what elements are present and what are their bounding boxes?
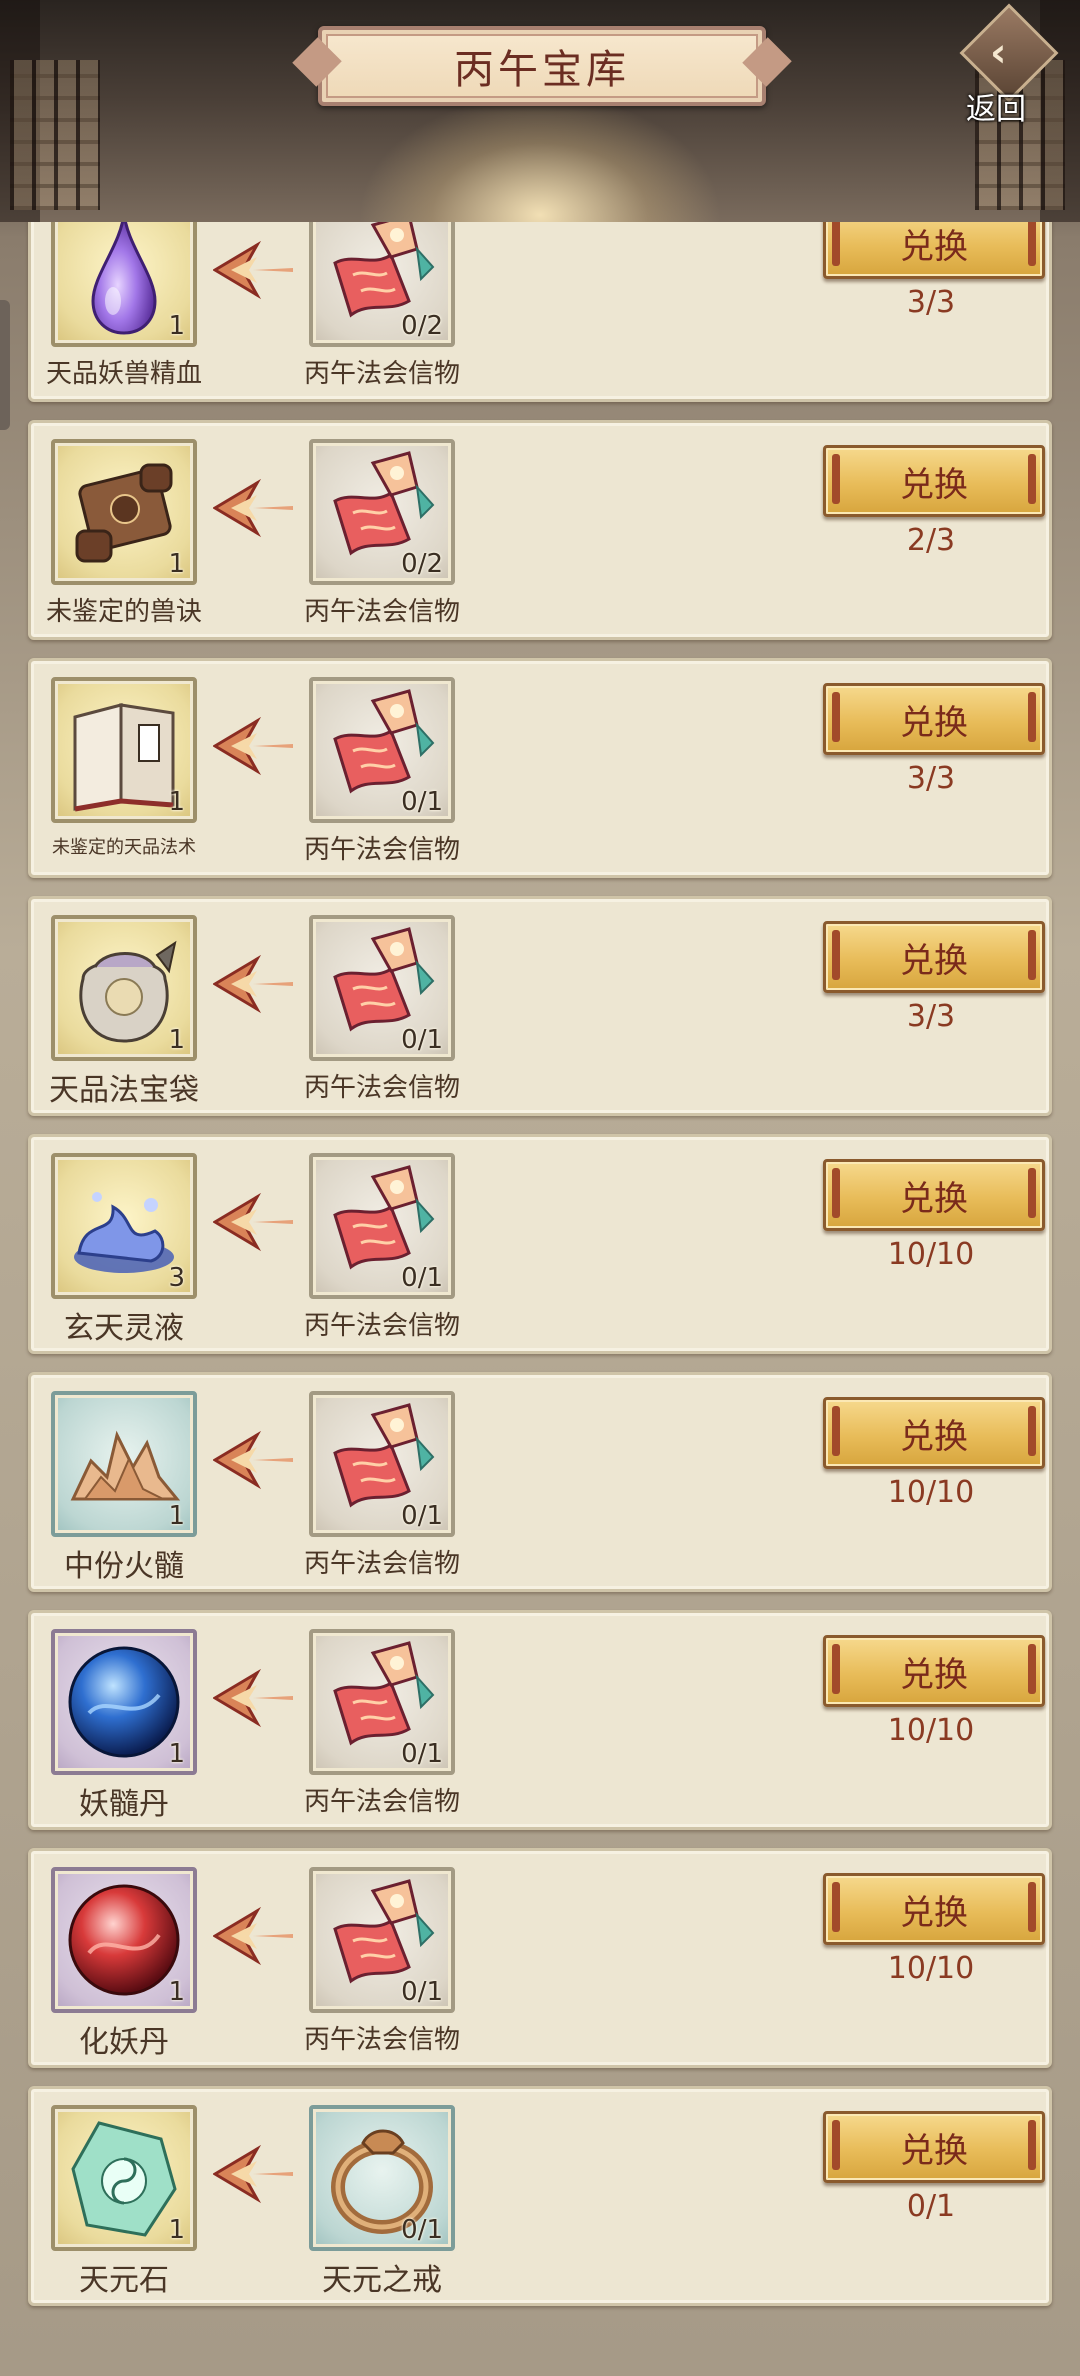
- reward-name: 化妖丹: [79, 2025, 169, 2060]
- reward-name: 中份火髓: [64, 1549, 184, 1584]
- cost-count: 0/1: [401, 1501, 443, 1531]
- cost-item-slot[interactable]: 0/1: [309, 1391, 455, 1537]
- page-title: 丙午宝库: [454, 47, 630, 93]
- back-label: 返回: [966, 92, 1026, 127]
- reward-name: 天元石: [79, 2263, 169, 2298]
- exchange-row: 1 0/1 中份火髓 丙午法会信物 兑换 10/10: [28, 1372, 1052, 1592]
- exchange-row: 1 0/1 未鉴定的天品法术 丙午法会信物 兑换 3/3: [28, 658, 1052, 878]
- cost-count: 0/1: [401, 1739, 443, 1769]
- exchange-arrow-icon: [212, 1189, 293, 1255]
- reward-name: 天品法宝袋: [49, 1073, 199, 1108]
- reward-name: 未鉴定的兽诀: [45, 597, 202, 627]
- cost-name: 丙午法会信物: [303, 1073, 460, 1103]
- cost-item-slot[interactable]: 0/1: [309, 677, 455, 823]
- exchange-button[interactable]: 兑换: [823, 222, 1045, 279]
- exchange-row: 1 0/1 天元石 天元之戒 兑换 0/1: [28, 2086, 1052, 2306]
- exchange-arrow-icon: [212, 475, 293, 541]
- exchange-row: 3 0/1 玄天灵液 丙午法会信物 兑换 10/10: [28, 1134, 1052, 1354]
- cost-count: 0/1: [401, 787, 443, 817]
- cost-name: 丙午法会信物: [303, 359, 460, 389]
- exchange-button[interactable]: 兑换: [823, 1397, 1045, 1469]
- exchange-arrow-icon: [212, 951, 293, 1017]
- exchange-limit: 0/1: [906, 2189, 956, 2224]
- cost-count: 0/2: [401, 549, 443, 579]
- exchange-button[interactable]: 兑换: [823, 1159, 1045, 1231]
- exchange-button[interactable]: 兑换: [823, 1873, 1045, 1945]
- exchange-arrow-icon: [212, 713, 293, 779]
- reward-count: 3: [168, 1263, 185, 1293]
- exchange-button[interactable]: 兑换: [823, 1635, 1045, 1707]
- cost-item-slot[interactable]: 0/1: [309, 1867, 455, 2013]
- exchange-button[interactable]: 兑换: [823, 2111, 1045, 2183]
- cost-item-slot[interactable]: 0/1: [309, 915, 455, 1061]
- exchange-arrow-icon: [212, 1903, 293, 1969]
- cost-item-slot[interactable]: 0/1: [309, 1629, 455, 1775]
- exchange-row: 1 0/1 天品法宝袋 丙午法会信物 兑换 3/3: [28, 896, 1052, 1116]
- cost-count: 0/1: [401, 1263, 443, 1293]
- cost-item-slot[interactable]: 0/1: [309, 1153, 455, 1299]
- reward-item-slot[interactable]: 1: [51, 1867, 197, 2013]
- cost-item-slot[interactable]: 0/1: [309, 2105, 455, 2251]
- reward-item-slot[interactable]: 1: [51, 1629, 197, 1775]
- exchange-button[interactable]: 兑换: [823, 445, 1045, 517]
- reward-count: 1: [168, 311, 185, 341]
- reward-name: 未鉴定的天品法术: [52, 837, 196, 858]
- exchange-limit: 10/10: [887, 1951, 975, 1986]
- exchange-limit: 3/3: [906, 285, 956, 320]
- cost-item-slot[interactable]: 0/2: [309, 222, 455, 347]
- header-banner: 丙午宝库 ‹ 返回: [0, 0, 1080, 222]
- exchange-button[interactable]: 兑换: [823, 921, 1045, 993]
- cost-name: 丙午法会信物: [303, 2025, 460, 2055]
- exchange-limit: 10/10: [887, 1713, 975, 1748]
- exchange-list-track: 1 0/2 天品妖兽精血 丙午法会信物 兑换 3/3 1 0/2 未鉴定的兽诀 …: [0, 222, 1080, 2324]
- reward-item-slot[interactable]: 1: [51, 677, 197, 823]
- reward-count: 1: [168, 1977, 185, 2007]
- window-lattice: [10, 60, 100, 210]
- cost-count: 0/1: [401, 2215, 443, 2245]
- exchange-row: 1 0/1 妖髓丹 丙午法会信物 兑换 10/10: [28, 1610, 1052, 1830]
- reward-item-slot[interactable]: 1: [51, 439, 197, 585]
- reward-item-slot[interactable]: 1: [51, 915, 197, 1061]
- reward-count: 1: [168, 1025, 185, 1055]
- back-arrow-icon: ‹: [990, 30, 1007, 76]
- exchange-arrow-icon: [212, 237, 293, 303]
- cost-name: 丙午法会信物: [303, 835, 460, 865]
- reward-item-slot[interactable]: 1: [51, 2105, 197, 2251]
- reward-name: 妖髓丹: [79, 1787, 169, 1822]
- exchange-limit: 10/10: [887, 1475, 975, 1510]
- cost-name: 丙午法会信物: [303, 1311, 460, 1341]
- exchange-list[interactable]: 1 0/2 天品妖兽精血 丙午法会信物 兑换 3/3 1 0/2 未鉴定的兽诀 …: [0, 222, 1080, 2376]
- cost-name: 丙午法会信物: [303, 1549, 460, 1579]
- exchange-arrow-icon: [212, 1427, 293, 1493]
- exchange-button[interactable]: 兑换: [823, 683, 1045, 755]
- exchange-limit: 2/3: [906, 523, 956, 558]
- reward-name: 玄天灵液: [64, 1311, 184, 1346]
- reward-count: 1: [168, 787, 185, 817]
- reward-name: 天品妖兽精血: [45, 359, 202, 389]
- exchange-limit: 3/3: [906, 761, 956, 796]
- cost-name: 天元之戒: [322, 2263, 442, 2298]
- cost-count: 0/1: [401, 1977, 443, 2007]
- exchange-limit: 3/3: [906, 999, 956, 1034]
- cost-count: 0/2: [401, 311, 443, 341]
- reward-count: 1: [168, 549, 185, 579]
- reward-item-slot[interactable]: 1: [51, 222, 197, 347]
- exchange-row: 1 0/2 天品妖兽精血 丙午法会信物 兑换 3/3: [28, 222, 1052, 402]
- exchange-limit: 10/10: [887, 1237, 975, 1272]
- cost-name: 丙午法会信物: [303, 597, 460, 627]
- title-plaque: 丙午宝库: [318, 26, 766, 106]
- cost-item-slot[interactable]: 0/2: [309, 439, 455, 585]
- back-button[interactable]: ‹ 返回: [959, 3, 1060, 127]
- cost-count: 0/1: [401, 1025, 443, 1055]
- exchange-arrow-icon: [212, 1665, 293, 1731]
- reward-count: 1: [168, 2215, 185, 2245]
- reward-item-slot[interactable]: 1: [51, 1391, 197, 1537]
- cost-name: 丙午法会信物: [303, 1787, 460, 1817]
- reward-item-slot[interactable]: 3: [51, 1153, 197, 1299]
- reward-count: 1: [168, 1501, 185, 1531]
- reward-count: 1: [168, 1739, 185, 1769]
- exchange-row: 1 0/2 未鉴定的兽诀 丙午法会信物 兑换 2/3: [28, 420, 1052, 640]
- exchange-row: 1 0/1 化妖丹 丙午法会信物 兑换 10/10: [28, 1848, 1052, 2068]
- exchange-arrow-icon: [212, 2141, 293, 2207]
